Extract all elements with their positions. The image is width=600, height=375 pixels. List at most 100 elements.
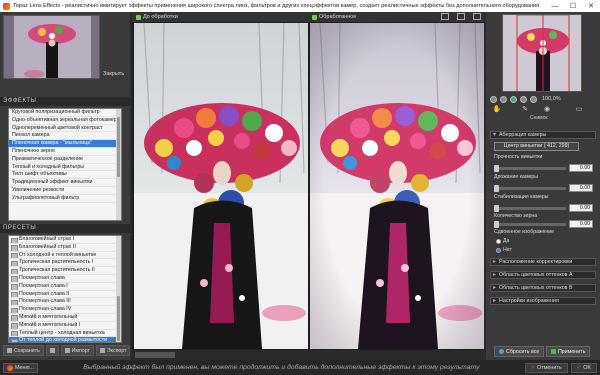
effect-item[interactable]: Тилт шифт объективы [9,171,121,180]
view-bar: До обработки Обработанное [132,12,484,22]
import-button[interactable]: Импорт [60,345,94,356]
effect-item[interactable]: Теплый и холодный фильтры [9,164,121,172]
single-view-icon[interactable] [441,13,449,20]
apply-button[interactable]: Применить [546,346,591,357]
effect-item[interactable]: Пленочная камера - "мыльница" [9,140,121,148]
before-icon [136,14,141,20]
effects-list[interactable]: Круговой поляризационный фильтр Одно-объе… [8,108,122,221]
shake-label: Дрожание камеры [494,174,539,180]
save-preset-button[interactable]: Сохранить [3,345,44,356]
delete-preset-button[interactable] [45,345,59,356]
compare-yes-radio[interactable]: Да [496,238,509,244]
title-bar: Topaz Lens Effects - реалистично имитиру… [0,0,600,12]
slider-knob[interactable] [494,205,499,212]
vignette-strength-value[interactable]: 0.00 [569,164,593,172]
check-icon: ✓ [576,364,582,371]
zoom-controls: 100,0% [490,94,598,104]
zoom-fit-icon[interactable] [510,95,517,103]
cancel-button[interactable]: ✕ Отменить [524,362,568,373]
vignette-center-button[interactable]: Центр виньетки ( 412, 299) [494,142,579,151]
hand-tool-icon[interactable]: ✋ [492,105,502,114]
grain-slider[interactable] [494,221,566,228]
status-bar: Меню... Выбранный эффект был применен, в… [0,360,600,375]
presets-header: ПРЕСЕТЫ [0,224,130,233]
preset-item[interactable]: Тропическая растительность I [9,259,121,268]
right-panel: 100,0% ✋ ✎ ◉ ▭ Снимок Аберрация камеры Ц… [486,12,600,360]
effect-item[interactable]: Пинхол камера [9,132,121,141]
region-a-section[interactable]: Область цветовых оттенков A [490,271,596,279]
effect-item[interactable]: Традиционный эффект виньетки [9,179,121,187]
slider-knob[interactable] [494,221,499,228]
cancel-icon: ✕ [530,364,536,371]
horizontal-scrollbar[interactable] [132,350,484,360]
presets-list[interactable]: Благоговейный страх I Благоговейный страх… [8,235,122,343]
effect-item[interactable]: Круговой поляризационный фильтр [9,109,121,117]
effect-item[interactable]: Одно-объективная зеркальная фотокамера [9,117,121,125]
side-by-side-icon[interactable] [473,13,481,20]
shake-slider[interactable] [494,185,566,192]
reset-all-button[interactable]: Сбросить все [494,346,545,357]
tab-before[interactable]: До обработки [136,13,178,21]
effect-item[interactable]: Увеличение резкости [9,187,121,195]
camera-icon[interactable]: ◉ [542,105,552,114]
split-view-icon[interactable] [457,13,465,20]
ok-button[interactable]: ✓ OK [570,362,597,373]
vignette-strength-slider[interactable] [494,165,566,172]
zoom-100-icon[interactable] [520,95,527,103]
zoom-out-icon[interactable] [490,95,497,103]
tool-row: ✋ ✎ ◉ ▭ Снимок [490,105,598,129]
preset-item[interactable]: Теплый центр - холодная виньетка [9,330,121,338]
export-button[interactable]: Экспорт [95,345,131,356]
correction-section[interactable]: Расположение корректировки [490,258,596,266]
slider-knob[interactable] [494,165,499,172]
effects-scrollbar[interactable] [116,109,121,220]
preset-item[interactable]: Посмертная слава I [9,283,121,291]
close-window-button[interactable]: ✕ [582,2,600,10]
maximize-button[interactable]: ☐ [564,2,582,10]
left-panel: Закрыть ЭФФЕКТЫ Круговой поляризационный… [0,12,131,360]
comment-icon[interactable]: ▭ [574,105,584,114]
preset-item[interactable]: Посмертная слава II [9,291,121,299]
image-settings-section[interactable]: Настройки изображения [490,297,596,305]
reset-icon [499,349,504,354]
aberration-section[interactable]: Аберрация камеры [490,131,596,139]
effect-item[interactable]: Пленочное зерно [9,148,121,156]
region-b-section[interactable]: Область цветовых оттенков B [490,284,596,292]
preset-item[interactable]: Благоговейный страх II [9,244,121,252]
preset-item[interactable]: Посмертная слава IV [9,306,121,314]
compare-label: Сдвоенное изображение [494,229,555,235]
compare-no-radio[interactable]: Нет [496,247,512,253]
zoom-in-icon[interactable] [500,95,507,103]
stabilize-slider[interactable] [494,205,566,212]
app-icon [3,2,10,10]
save-icon [7,348,12,353]
effect-item[interactable]: Ультрафиолетовый фильтр [9,195,121,203]
snapshot-label[interactable]: Снимок [530,115,548,121]
effect-item[interactable]: Однопеременный цветовой контраст [9,125,121,133]
preset-item[interactable]: Мягкий и мечтательный [9,314,121,322]
checkmark-icon [551,349,556,354]
presets-scrollbar[interactable] [116,236,121,342]
view-mode-icons [441,13,481,20]
preset-item[interactable]: Благоговейный страх I [9,236,121,244]
grain-value[interactable]: 0.00 [569,220,593,228]
slider-knob[interactable] [494,185,499,192]
brush-tool-icon[interactable]: ✎ [520,105,530,114]
effect-item[interactable]: Призматическое разделение [9,156,121,164]
after-icon [312,14,317,20]
navigator-thumbnail[interactable] [502,14,582,92]
preset-item[interactable]: Мягкий и мечтательный I [9,322,121,330]
shake-value[interactable]: 0.00 [569,184,593,192]
stabilize-value[interactable]: 0.00 [569,204,593,212]
zoom-custom-icon[interactable] [530,95,537,103]
close-preview-button[interactable]: Закрыть [103,71,124,77]
preset-item[interactable]: Посмертная слава [9,275,121,283]
preset-item[interactable]: Посмертная слава III [9,298,121,307]
preset-item[interactable]: Тропическая растительность II [9,267,121,275]
tab-after[interactable]: Обработанное [312,13,356,21]
after-image[interactable] [310,23,484,349]
before-image[interactable] [134,23,308,349]
minimize-button[interactable]: — [546,3,564,10]
preset-item[interactable]: От холодной к теплой виньетке [9,252,121,260]
menu-button[interactable]: Меню... [3,362,39,373]
